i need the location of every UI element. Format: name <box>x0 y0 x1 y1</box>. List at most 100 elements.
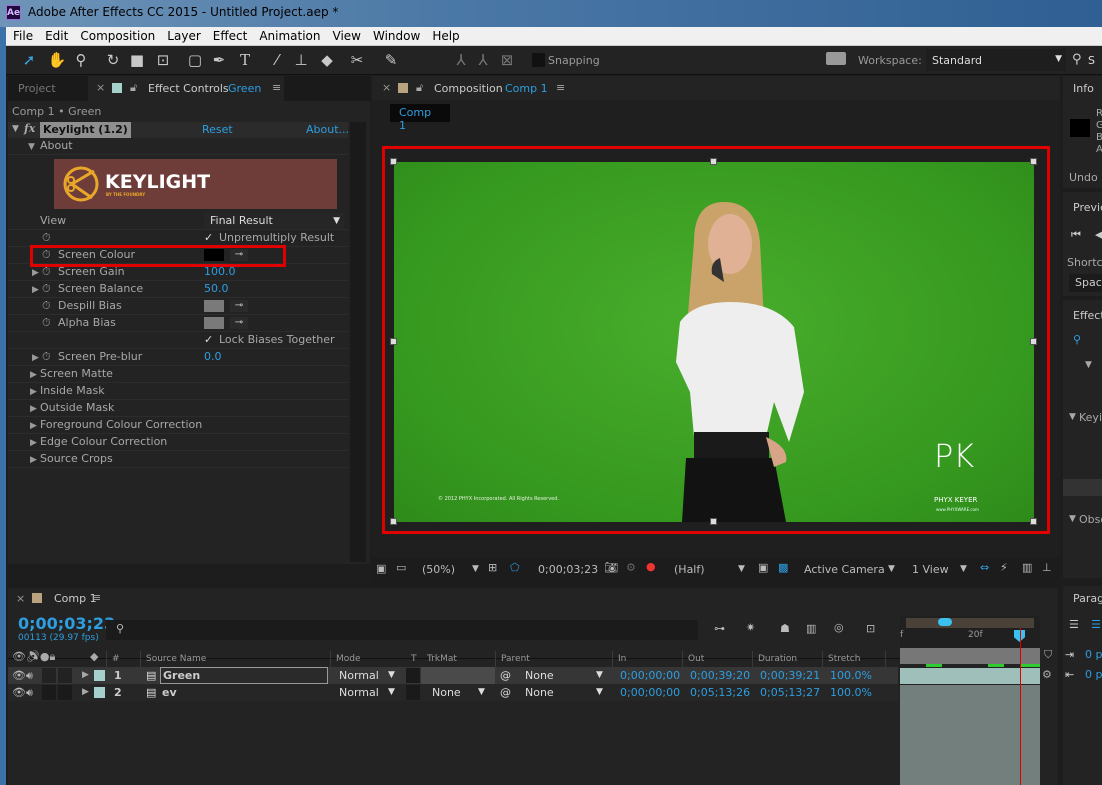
preserve-transparency-toggle[interactable] <box>406 668 420 683</box>
stopwatch-icon[interactable]: ⏱ <box>42 230 51 246</box>
shortcut-select[interactable]: Space <box>1069 274 1102 292</box>
view-axis-icon[interactable]: ⊠ <box>496 50 518 70</box>
expand-triangle-icon[interactable]: ▼ <box>1069 514 1076 524</box>
graph-editor-icon[interactable]: ⊡ <box>866 622 875 635</box>
category-keying[interactable]: Keyin <box>1079 411 1102 424</box>
column-header-stretch[interactable]: Stretch <box>822 651 886 667</box>
zoom-tool-icon[interactable]: ⚲ <box>70 50 92 70</box>
view-dropdown[interactable]: Final Result ▼ <box>204 213 344 229</box>
timeline-tab[interactable]: Comp 1 <box>54 592 97 605</box>
flowchart-icon[interactable]: ⊥ <box>1042 561 1052 574</box>
region-of-interest-icon[interactable]: ⊞ <box>488 561 497 574</box>
expand-triangle-icon[interactable]: ▼ <box>1085 360 1092 370</box>
lock-toggle[interactable] <box>58 685 72 700</box>
group-foreground-colour-correction[interactable]: ▶ Foreground Colour Correction <box>8 417 348 434</box>
previous-frame-icon[interactable]: ◀ <box>1095 228 1102 241</box>
composition-flowchart-icon[interactable]: ⊶ <box>714 622 725 635</box>
lock-biases-checkbox[interactable]: ✓ <box>204 332 213 348</box>
menu-window[interactable]: Window <box>366 27 425 43</box>
reset-link[interactable]: Reset <box>202 123 233 136</box>
type-tool-icon[interactable]: T <box>234 50 256 70</box>
search-icon[interactable]: ⚲ <box>1073 333 1081 346</box>
chevron-down-icon[interactable]: ▼ <box>960 564 967 574</box>
column-header-num[interactable]: # <box>106 651 120 667</box>
workspace-select[interactable]: Standard ▼ <box>926 49 1066 71</box>
chevron-down-icon[interactable]: ▼ <box>888 564 895 574</box>
search-help-icon[interactable]: ⚲ <box>1072 52 1082 67</box>
screen-gain-value[interactable]: 100.0 <box>204 264 236 280</box>
column-header-out[interactable]: Out <box>682 651 704 667</box>
transform-handle[interactable] <box>710 518 717 525</box>
resolution-select[interactable]: (Half) <box>674 563 705 576</box>
checkerboard-icon[interactable]: ▩ <box>778 561 788 574</box>
show-snapshot-icon[interactable]: ⚙ <box>626 561 636 574</box>
category-obsolete[interactable]: Obso <box>1079 513 1102 526</box>
menu-layer[interactable]: Layer <box>160 27 205 43</box>
stopwatch-icon[interactable]: ⏱ <box>42 298 51 314</box>
always-preview-icon[interactable]: ▣ <box>376 562 386 575</box>
work-area-bar[interactable] <box>906 618 1034 628</box>
layer-in[interactable]: 0;00;00;00 <box>620 667 680 684</box>
expand-triangle-icon[interactable]: ▶ <box>82 667 89 684</box>
about-group[interactable]: ▼ About <box>8 138 348 155</box>
transform-handle[interactable] <box>710 158 717 165</box>
brush-tool-icon[interactable]: ⁄ <box>266 50 288 70</box>
chevron-down-icon[interactable]: ▼ <box>478 684 485 701</box>
unpremultiply-checkbox[interactable]: ✓ <box>204 230 213 246</box>
layer-row[interactable]: 👁︎ 🔊︎ ▶ 2 ▤ ev Normal ▼ None ▼ @ None ▼ 0;00… <box>8 684 898 701</box>
menu-animation[interactable]: Animation <box>252 27 325 43</box>
pick-whip-icon[interactable]: @ <box>500 667 511 684</box>
layer-bar[interactable] <box>900 685 1040 785</box>
menu-view[interactable]: View <box>326 27 366 43</box>
transform-handle[interactable] <box>1030 158 1037 165</box>
panel-menu-icon[interactable]: ≡ <box>272 81 281 94</box>
close-icon[interactable]: × <box>382 81 391 94</box>
effect-name[interactable]: Keylight (1.2) <box>40 122 131 138</box>
preserve-transparency-toggle[interactable] <box>406 685 420 700</box>
transform-handle[interactable] <box>390 338 397 345</box>
chevron-down-icon[interactable]: ▼ <box>738 564 745 574</box>
chevron-down-icon[interactable]: ▼ <box>388 684 395 701</box>
indent-right-value[interactable]: 0 p <box>1085 668 1102 681</box>
stopwatch-icon[interactable]: ⏱ <box>42 264 51 280</box>
layer-bar[interactable] <box>900 668 1040 684</box>
transform-handle[interactable] <box>390 158 397 165</box>
layer-parent[interactable]: None <box>525 684 554 701</box>
shy-layers-icon[interactable]: ☗ <box>780 622 790 635</box>
layer-label-color[interactable] <box>94 670 105 681</box>
align-left-icon[interactable]: ☰ <box>1069 618 1079 631</box>
solo-toggle[interactable] <box>42 685 56 700</box>
video-toggle-icon[interactable]: 👁︎ <box>12 684 26 701</box>
column-header-in[interactable]: In <box>612 651 626 667</box>
close-icon[interactable]: × <box>16 592 25 605</box>
zoom-select[interactable]: (50%) <box>422 563 455 576</box>
selected-effect-row[interactable] <box>1063 479 1102 496</box>
fast-previews-icon[interactable]: ▣ <box>758 561 768 574</box>
layer-name-input[interactable]: Green <box>160 667 328 684</box>
draft-3d-icon[interactable]: ✷ <box>746 621 755 634</box>
expand-triangle-icon[interactable]: ▶ <box>32 350 39 366</box>
layer-in[interactable]: 0;00;00;00 <box>620 684 680 701</box>
pen-tool-icon[interactable]: ✒ <box>208 50 230 70</box>
menu-composition[interactable]: Composition <box>73 27 160 43</box>
snapshot-icon[interactable]: 📷︎ <box>604 561 618 574</box>
effects-title[interactable]: Effect <box>1073 309 1102 322</box>
workspace-toggle-icon[interactable] <box>826 52 846 65</box>
comp-subtab[interactable]: Comp 1 <box>390 104 450 132</box>
lock-icon[interactable]: 🔓︎ <box>416 81 423 95</box>
align-center-icon[interactable]: ☰ <box>1091 618 1101 631</box>
transparency-grid-icon[interactable]: ⬠ <box>510 561 520 574</box>
layer-label-color[interactable] <box>94 687 105 698</box>
chevron-down-icon[interactable]: ▼ <box>472 564 479 574</box>
column-header-mode[interactable]: Mode <box>330 651 361 667</box>
layer-duration[interactable]: 0;00;39;21 <box>760 667 820 684</box>
motion-blur-icon[interactable]: ◎ <box>834 621 844 634</box>
layer-stretch[interactable]: 100.0% <box>830 667 872 684</box>
column-header-duration[interactable]: Duration <box>752 651 797 667</box>
camera-tool-icon[interactable]: ■ <box>126 50 148 70</box>
column-header-t[interactable]: T <box>406 651 417 667</box>
clone-stamp-tool-icon[interactable]: ⊥ <box>290 50 312 70</box>
panel-menu-icon[interactable]: ≡ <box>556 81 565 94</box>
timeline-timecode[interactable]: 0;00;03;23 <box>18 614 115 633</box>
expand-triangle-icon[interactable]: ▶ <box>32 282 39 298</box>
